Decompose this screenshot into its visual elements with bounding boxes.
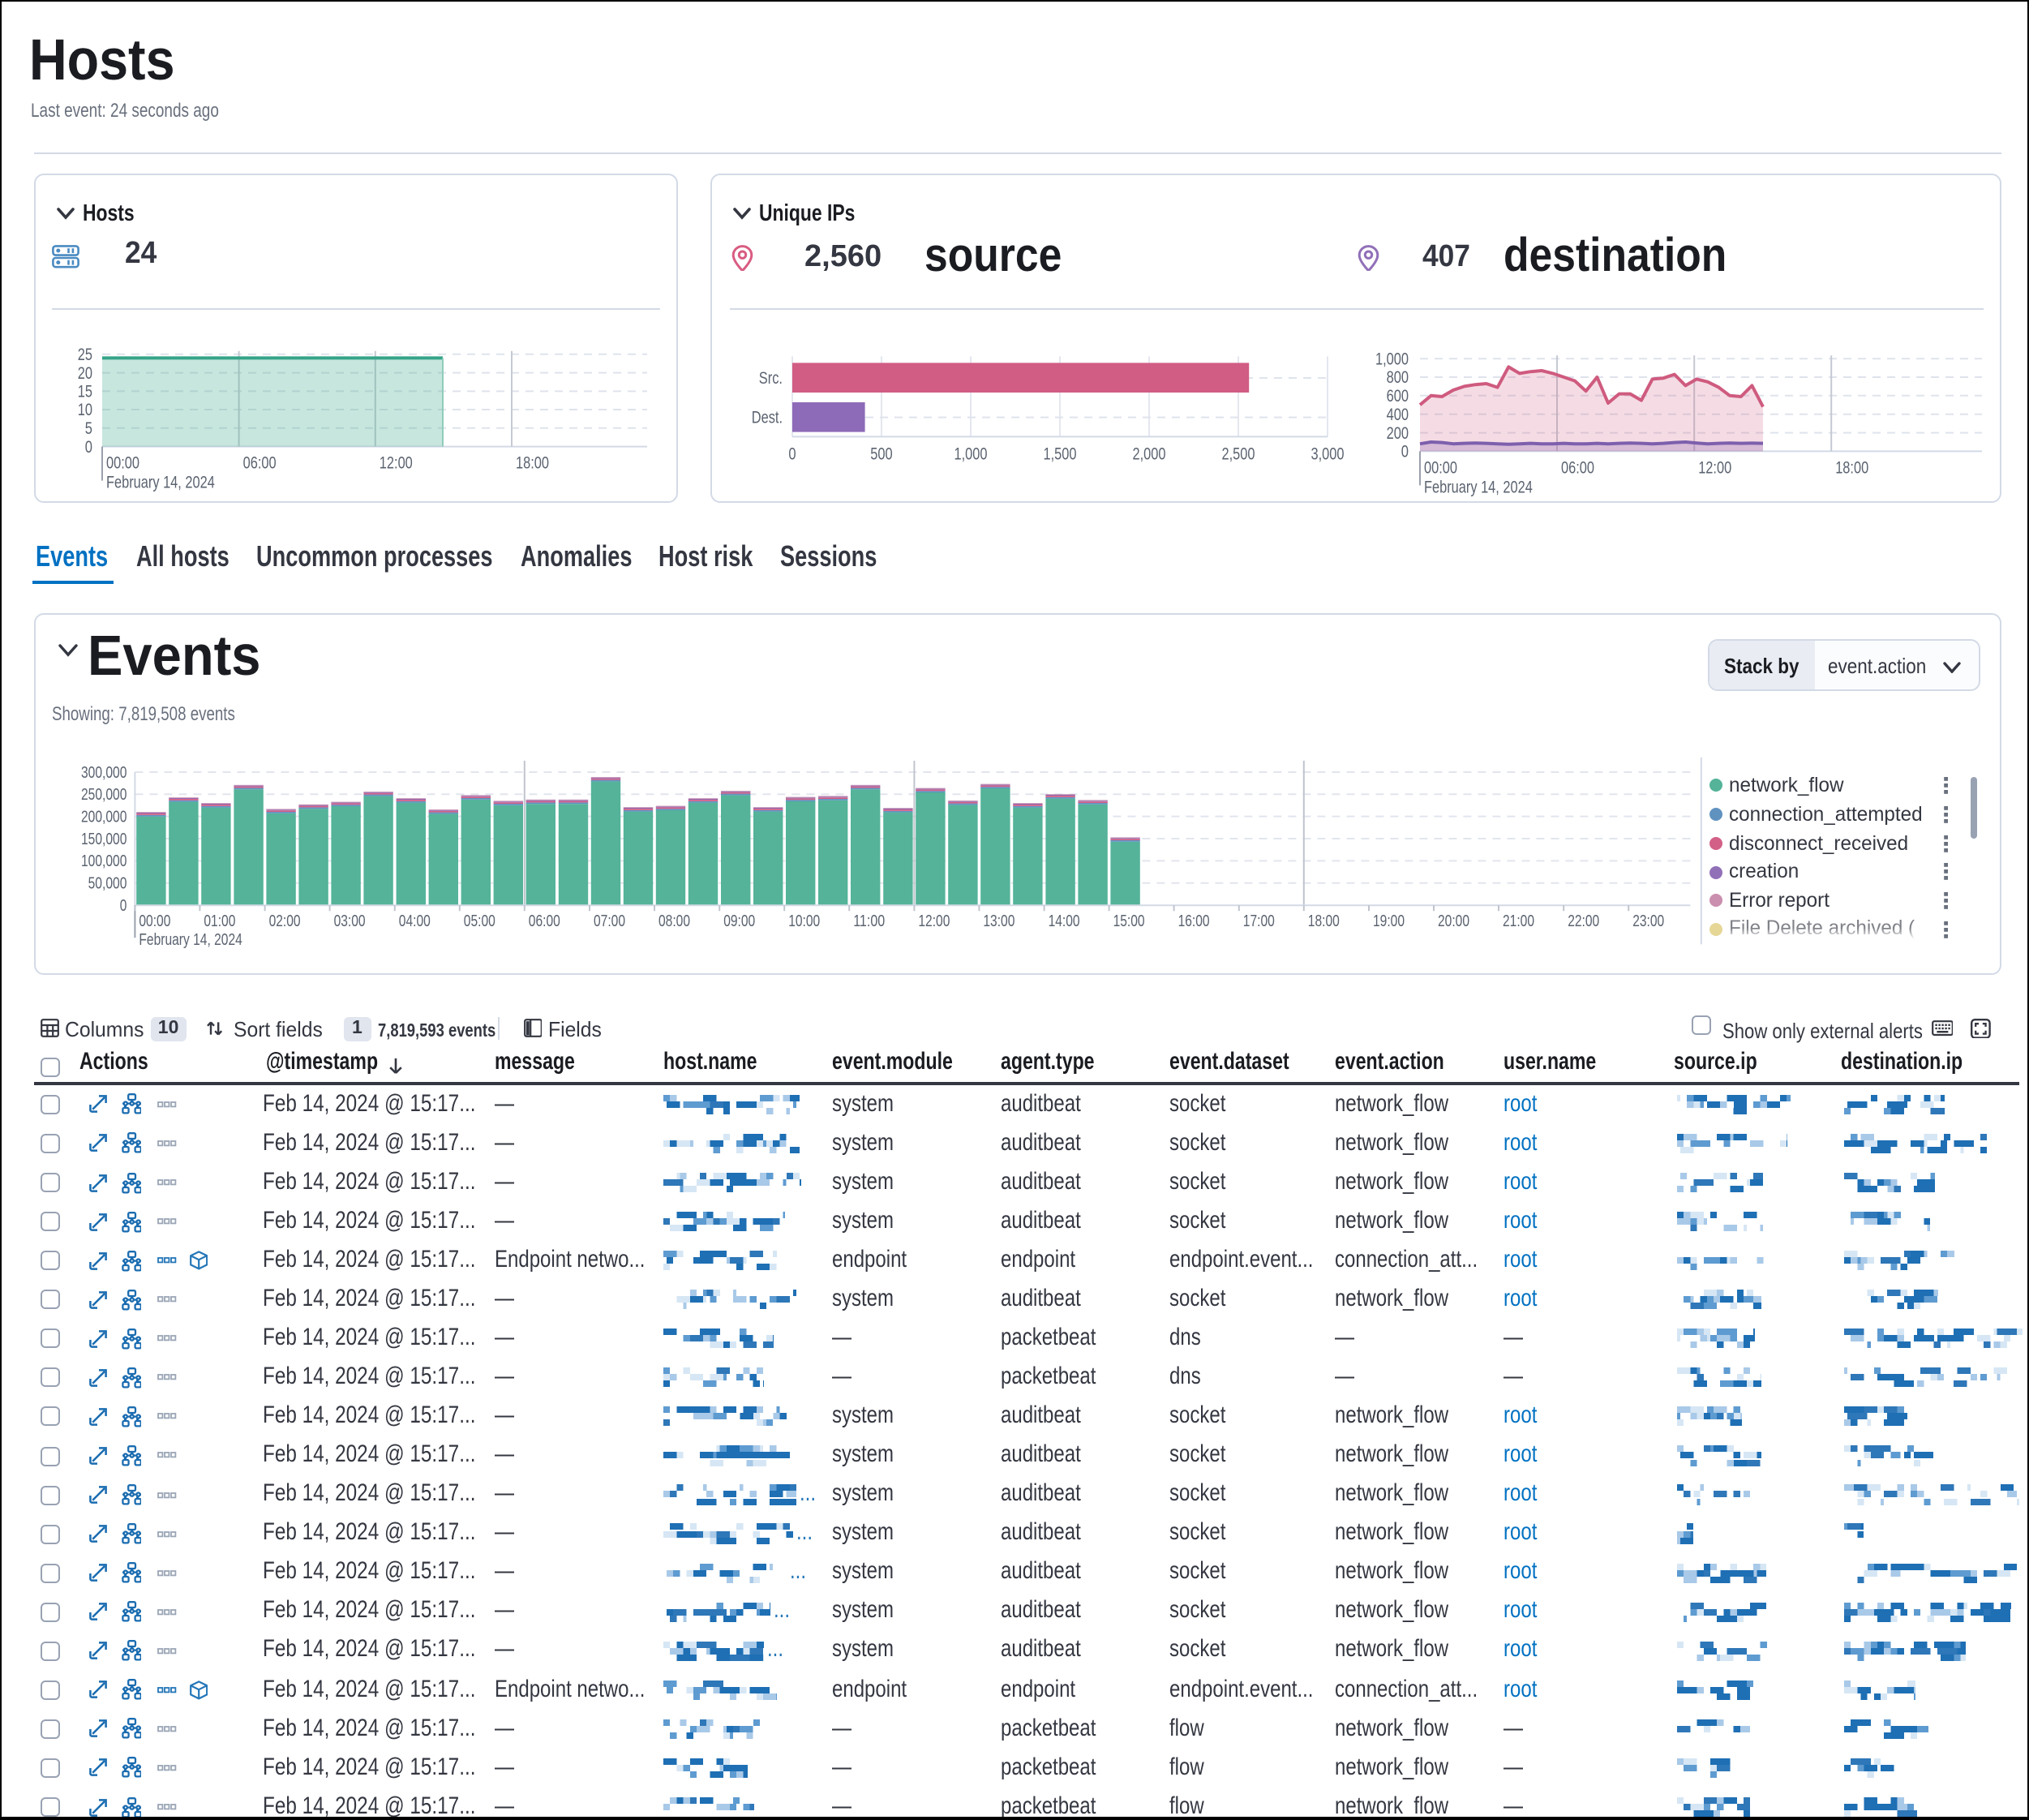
svg-text:23:00: 23:00 — [1632, 913, 1664, 931]
svg-text:50,000: 50,000 — [88, 875, 127, 893]
svg-text:2,500: 2,500 — [1222, 445, 1255, 464]
svg-text:400: 400 — [1387, 406, 1409, 425]
svg-text:09:00: 09:00 — [723, 913, 755, 931]
svg-text:10:00: 10:00 — [788, 913, 820, 931]
svg-text:16:00: 16:00 — [1178, 913, 1209, 931]
svg-text:Src.: Src. — [759, 370, 783, 388]
svg-text:00:00: 00:00 — [1424, 459, 1457, 478]
svg-text:10: 10 — [77, 401, 92, 420]
svg-text:1,000: 1,000 — [954, 445, 988, 464]
svg-text:200,000: 200,000 — [81, 809, 127, 826]
svg-text:00:00: 00:00 — [139, 913, 170, 931]
svg-text:12:00: 12:00 — [1698, 459, 1731, 478]
svg-text:14:00: 14:00 — [1048, 913, 1079, 931]
svg-text:0: 0 — [84, 438, 92, 457]
svg-text:25: 25 — [77, 346, 92, 365]
svg-text:21:00: 21:00 — [1503, 913, 1534, 931]
svg-text:02:00: 02:00 — [268, 913, 300, 931]
svg-text:150,000: 150,000 — [81, 831, 127, 849]
svg-text:100,000: 100,000 — [81, 853, 127, 871]
svg-text:12:00: 12:00 — [379, 454, 412, 473]
svg-text:06:00: 06:00 — [528, 913, 560, 931]
svg-text:22:00: 22:00 — [1568, 913, 1599, 931]
svg-text:18:00: 18:00 — [1835, 459, 1868, 478]
svg-text:12:00: 12:00 — [918, 913, 950, 931]
svg-text:01:00: 01:00 — [204, 913, 235, 931]
svg-text:Dest.: Dest. — [752, 409, 783, 427]
svg-text:03:00: 03:00 — [333, 913, 365, 931]
svg-text:2,000: 2,000 — [1133, 445, 1166, 464]
svg-text:00:00: 00:00 — [105, 454, 139, 473]
svg-text:15: 15 — [77, 383, 92, 401]
svg-text:600: 600 — [1387, 388, 1409, 406]
svg-text:0: 0 — [788, 445, 796, 464]
svg-text:15:00: 15:00 — [1113, 913, 1144, 931]
svg-text:1,500: 1,500 — [1044, 445, 1077, 464]
svg-text:05:00: 05:00 — [463, 913, 495, 931]
svg-text:1,000: 1,000 — [1375, 350, 1409, 369]
svg-text:13:00: 13:00 — [983, 913, 1014, 931]
svg-text:18:00: 18:00 — [1307, 913, 1339, 931]
svg-text:11:00: 11:00 — [853, 913, 885, 931]
svg-text:300,000: 300,000 — [81, 765, 127, 783]
svg-text:0: 0 — [119, 898, 127, 916]
svg-text:04:00: 04:00 — [398, 913, 430, 931]
svg-text:February 14, 2024: February 14, 2024 — [139, 932, 242, 950]
svg-text:20:00: 20:00 — [1438, 913, 1469, 931]
svg-text:06:00: 06:00 — [1561, 459, 1594, 478]
svg-text:5: 5 — [84, 420, 92, 439]
svg-text:06:00: 06:00 — [242, 454, 276, 473]
svg-text:19:00: 19:00 — [1373, 913, 1405, 931]
svg-text:3,000: 3,000 — [1311, 445, 1345, 464]
svg-text:07:00: 07:00 — [594, 913, 625, 931]
svg-text:17:00: 17:00 — [1242, 913, 1274, 931]
svg-text:February 14, 2024: February 14, 2024 — [1424, 479, 1533, 497]
svg-text:08:00: 08:00 — [658, 913, 690, 931]
svg-text:20: 20 — [77, 364, 92, 383]
svg-text:February 14, 2024: February 14, 2024 — [105, 474, 214, 492]
svg-text:250,000: 250,000 — [81, 787, 127, 805]
svg-text:500: 500 — [870, 445, 892, 464]
svg-text:0: 0 — [1401, 443, 1409, 461]
svg-text:200: 200 — [1387, 424, 1409, 443]
svg-text:18:00: 18:00 — [515, 454, 548, 473]
svg-text:800: 800 — [1387, 369, 1409, 388]
